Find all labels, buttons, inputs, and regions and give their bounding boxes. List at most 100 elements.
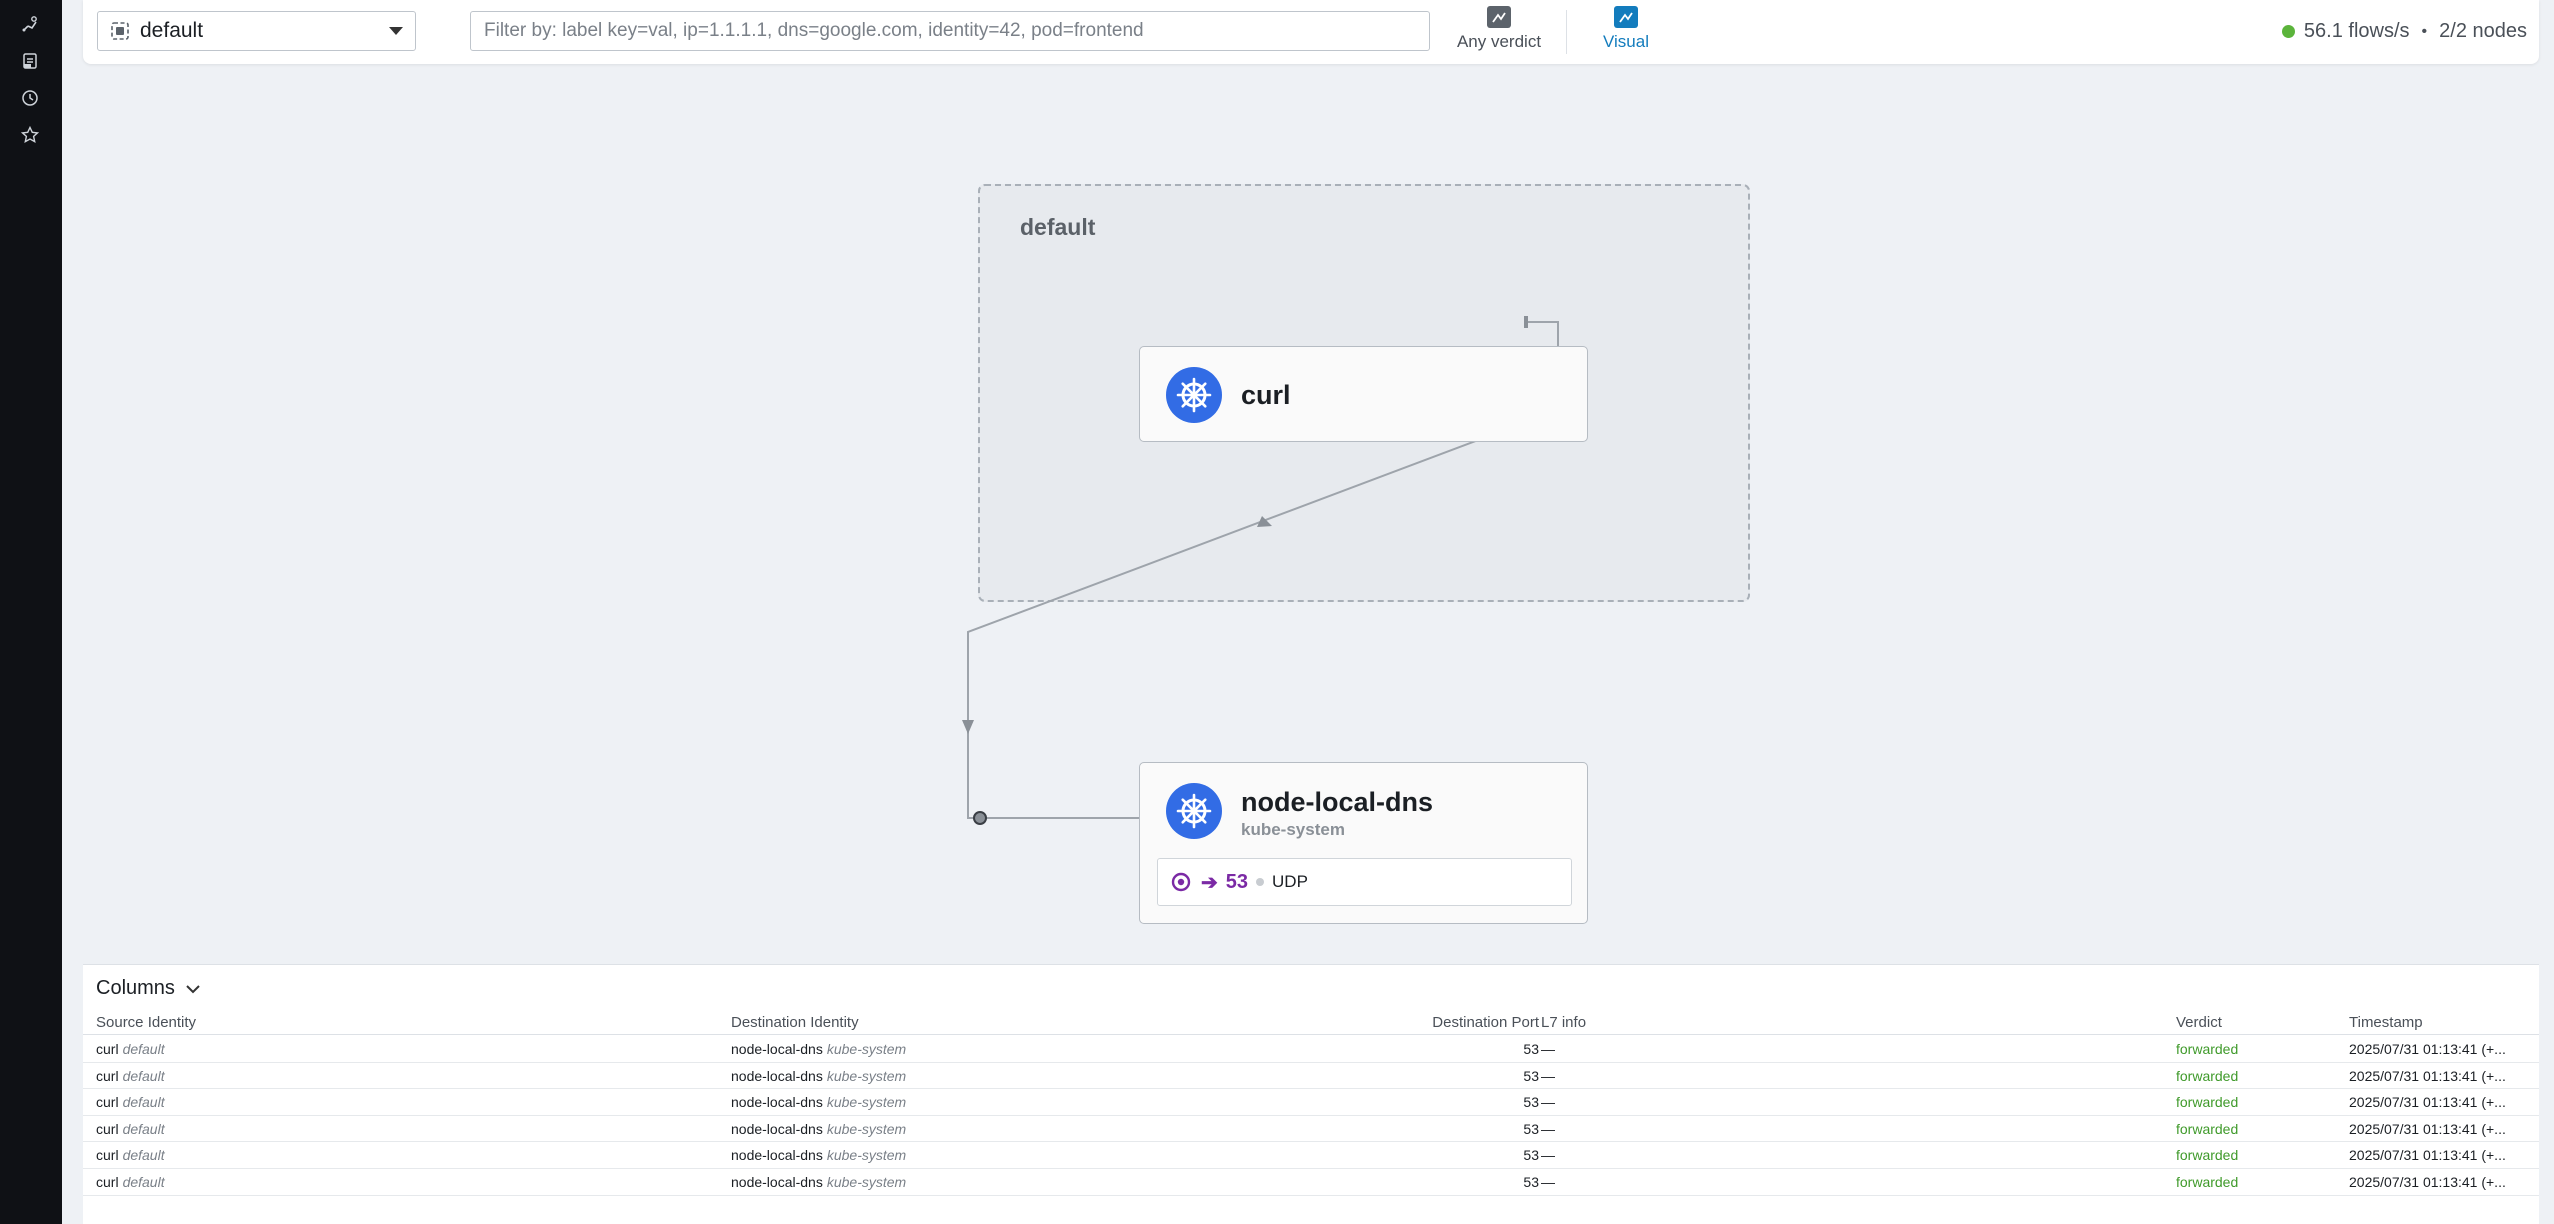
destination-identity: node-local-dns kube-system bbox=[731, 1147, 906, 1163]
port-protocol: UDP bbox=[1272, 872, 1308, 891]
verdict: forwarded bbox=[2176, 1067, 2239, 1084]
header-destination-identity[interactable]: Destination Identity bbox=[731, 1014, 859, 1031]
source-name: curl bbox=[96, 1041, 119, 1057]
l7-info: — bbox=[1541, 1094, 1555, 1111]
destination-namespace: kube-system bbox=[826, 1147, 907, 1164]
port-number: 53 bbox=[1225, 870, 1249, 893]
verdict: forwarded bbox=[2176, 1147, 2239, 1164]
destination-name: node-local-dns bbox=[731, 1067, 823, 1084]
verdict: forwarded bbox=[2176, 1041, 2239, 1057]
header-l7-info[interactable]: L7 info bbox=[1541, 1014, 1586, 1031]
destination-port: 53 bbox=[1523, 1147, 1539, 1164]
service-namespace: kube-system bbox=[1241, 820, 1345, 839]
destination-identity: node-local-dns kube-system bbox=[731, 1068, 906, 1084]
timestamp: 2025/07/31 01:13:41 (+... bbox=[2349, 1041, 2506, 1057]
filter-input[interactable] bbox=[470, 11, 1430, 51]
visual-filter-button[interactable]: Visual bbox=[1591, 6, 1661, 58]
policies-icon[interactable] bbox=[19, 50, 41, 72]
service-map-canvas[interactable]: default curl node-local-dns kube-system … bbox=[62, 64, 2554, 964]
service-map-icon[interactable] bbox=[19, 13, 41, 35]
source-name: curl bbox=[96, 1067, 119, 1084]
table-header: Source Identity Destination Identity Des… bbox=[83, 1009, 2539, 1035]
verdict: forwarded bbox=[2176, 1094, 2239, 1111]
flow-status: 56.1 flows/s • 2/2 nodes bbox=[2281, 20, 2527, 43]
timestamp: 2025/07/31 01:13:41 (+... bbox=[2349, 1094, 2506, 1111]
verdict-filter-label: Any verdict bbox=[1456, 32, 1542, 51]
verdict-filter-button[interactable]: Any verdict bbox=[1454, 6, 1544, 58]
destination-namespace: kube-system bbox=[826, 1174, 907, 1190]
header-source-identity[interactable]: Source Identity bbox=[96, 1014, 196, 1031]
status-separator: • bbox=[2421, 22, 2428, 40]
service-name: curl bbox=[1241, 380, 1291, 410]
source-namespace: default bbox=[122, 1041, 165, 1057]
table-row[interactable]: curl default node-local-dns kube-system 53— f… bbox=[83, 1116, 2539, 1143]
destination-identity: node-local-dns kube-system bbox=[731, 1094, 906, 1110]
source-namespace: default bbox=[122, 1147, 165, 1164]
source-identity: curl default bbox=[96, 1068, 165, 1084]
nodes-count: 2/2 nodes bbox=[2439, 20, 2527, 42]
flows-rate: 56.1 flows/s bbox=[2303, 20, 2410, 42]
destination-identity: node-local-dns kube-system bbox=[731, 1174, 906, 1190]
destination-name: node-local-dns bbox=[731, 1041, 823, 1057]
timestamp: 2025/07/31 01:13:41 (+... bbox=[2349, 1067, 2506, 1084]
header-destination-port[interactable]: Destination Port bbox=[1432, 1014, 1539, 1031]
namespace-select[interactable]: default bbox=[97, 11, 416, 51]
service-name: node-local-dns bbox=[1241, 787, 1434, 817]
source-name: curl bbox=[96, 1094, 119, 1111]
destination-identity: node-local-dns kube-system bbox=[731, 1121, 906, 1137]
left-sidebar bbox=[0, 0, 62, 1224]
timestamp: 2025/07/31 01:13:41 (+... bbox=[2349, 1120, 2506, 1137]
arrow-right-icon: ➔ bbox=[1201, 871, 1218, 894]
service-card-curl[interactable]: curl bbox=[1139, 346, 1588, 442]
destination-name: node-local-dns bbox=[731, 1147, 823, 1164]
kubernetes-icon bbox=[1166, 367, 1222, 423]
top-toolbar: default Any verdict Visual 56.1 flows/s … bbox=[83, 0, 2539, 64]
destination-port: 53 bbox=[1523, 1067, 1539, 1084]
port-row[interactable]: ➔ 53 UDP bbox=[1157, 858, 1572, 906]
source-namespace: default bbox=[122, 1174, 165, 1190]
service-card-node-local-dns[interactable]: node-local-dns kube-system ➔ 53 UDP bbox=[1139, 762, 1588, 924]
source-namespace: default bbox=[122, 1120, 165, 1137]
status-dot bbox=[2281, 25, 2295, 38]
port-separator-dot bbox=[1256, 878, 1265, 886]
l7-info: — bbox=[1541, 1120, 1555, 1137]
destination-name: node-local-dns bbox=[731, 1094, 823, 1111]
table-row[interactable]: curl default node-local-dns kube-system 53— f… bbox=[83, 1036, 2539, 1063]
table-row[interactable]: curl default node-local-dns kube-system 53— f… bbox=[83, 1142, 2539, 1169]
port-icon bbox=[1171, 872, 1191, 892]
source-namespace: default bbox=[122, 1067, 165, 1084]
destination-namespace: kube-system bbox=[826, 1094, 907, 1111]
table-row[interactable]: curl default node-local-dns kube-system 53— f… bbox=[83, 1063, 2539, 1090]
table-row[interactable]: curl default node-local-dns kube-system 53— f… bbox=[83, 1169, 2539, 1196]
l7-info: — bbox=[1541, 1174, 1555, 1190]
columns-label: Columns bbox=[96, 977, 175, 999]
verdict: forwarded bbox=[2176, 1120, 2239, 1137]
l7-info: — bbox=[1541, 1147, 1555, 1164]
destination-identity: node-local-dns kube-system bbox=[731, 1041, 906, 1057]
source-identity: curl default bbox=[96, 1147, 165, 1163]
source-name: curl bbox=[96, 1174, 119, 1190]
destination-namespace: kube-system bbox=[826, 1067, 907, 1084]
destination-name: node-local-dns bbox=[731, 1120, 823, 1137]
columns-button[interactable]: Columns bbox=[96, 977, 201, 1000]
destination-port: 53 bbox=[1523, 1041, 1539, 1057]
l7-info: — bbox=[1541, 1067, 1555, 1084]
source-identity: curl default bbox=[96, 1121, 165, 1137]
verdict: forwarded bbox=[2176, 1174, 2239, 1190]
destination-port: 53 bbox=[1523, 1120, 1539, 1137]
history-icon[interactable] bbox=[19, 87, 41, 109]
table-row[interactable]: curl default node-local-dns kube-system 53— f… bbox=[83, 1089, 2539, 1116]
timestamp: 2025/07/31 01:13:41 (+... bbox=[2349, 1147, 2506, 1164]
chevron-down-icon bbox=[186, 984, 200, 993]
l7-info: — bbox=[1541, 1041, 1555, 1057]
source-identity: curl default bbox=[96, 1041, 165, 1057]
header-verdict[interactable]: Verdict bbox=[2176, 1014, 2222, 1031]
source-identity: curl default bbox=[96, 1174, 165, 1190]
source-identity: curl default bbox=[96, 1094, 165, 1110]
namespace-icon bbox=[111, 22, 129, 40]
flows-panel: Columns Source Identity Destination Iden… bbox=[83, 964, 2539, 1224]
source-name: curl bbox=[96, 1120, 119, 1137]
star-icon[interactable] bbox=[19, 124, 41, 146]
source-name: curl bbox=[96, 1147, 119, 1164]
header-timestamp[interactable]: Timestamp bbox=[2349, 1014, 2423, 1031]
